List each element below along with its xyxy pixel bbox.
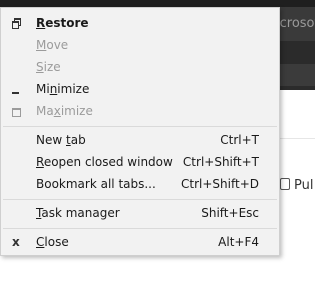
shortcut-label: Alt+F4 — [218, 235, 259, 249]
window-system-menu: Restore Move Size Minimize Maximize New … — [0, 7, 280, 256]
menu-item-new-tab[interactable]: New tab Ctrl+T — [1, 129, 279, 151]
mnemonic: R — [36, 16, 46, 30]
menu-item-task-manager[interactable]: Task manager Shift+Esc — [1, 202, 279, 224]
restore-icon — [11, 12, 23, 34]
menu-item-restore[interactable]: Restore — [1, 12, 279, 34]
menu-item-close[interactable]: x Close Alt+F4 — [1, 231, 279, 253]
shortcut-label: Ctrl+T — [220, 133, 259, 147]
mnemonic: S — [36, 60, 44, 74]
menu-item-reopen-closed-window[interactable]: Reopen closed window Ctrl+Shift+T — [1, 151, 279, 173]
background-toolbar-button-label: Pul — [294, 178, 314, 193]
menu-item-move: Move — [36, 38, 69, 52]
mnemonic: M — [36, 38, 47, 52]
background-tab-title: icrosot — [276, 16, 315, 31]
menu-separator — [3, 228, 277, 229]
title-bar-strip — [0, 0, 315, 7]
shortcut-label: Shift+Esc — [201, 206, 259, 220]
background-toolbar-button[interactable]: Pul — [280, 178, 313, 193]
menu-separator — [3, 126, 277, 127]
menu-item-bookmark-all-tabs[interactable]: Bookmark all tabs... Ctrl+Shift+D — [1, 173, 279, 195]
shortcut-label: Ctrl+Shift+T — [182, 155, 259, 169]
menu-item-minimize[interactable]: Minimize — [1, 78, 279, 100]
mnemonic: x — [53, 104, 61, 118]
menu-item-maximize: Maximize — [1, 100, 279, 122]
mnemonic: R — [36, 155, 44, 169]
close-icon: x — [12, 235, 20, 249]
menu-item-size: Size — [36, 60, 61, 74]
minimize-icon — [11, 78, 23, 100]
maximize-icon — [11, 100, 23, 122]
shortcut-label: Ctrl+Shift+D — [181, 177, 259, 191]
clipboard-icon — [280, 178, 290, 190]
menu-separator — [3, 199, 277, 200]
